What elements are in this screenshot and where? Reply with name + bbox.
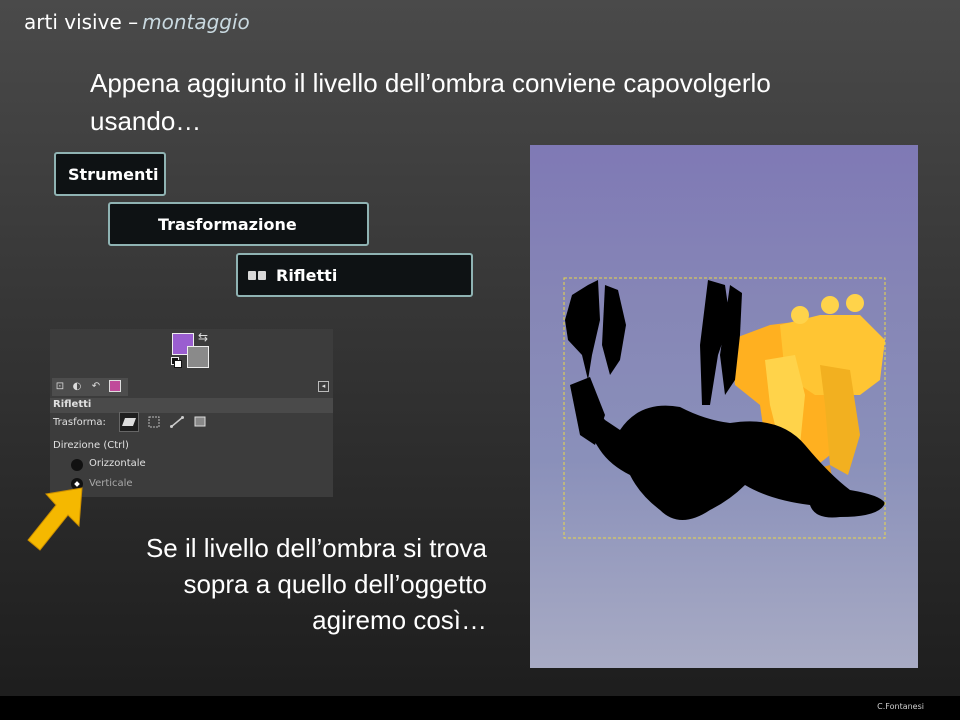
pointer-arrow-icon [27, 487, 83, 551]
device-status-tab-icon[interactable]: ◐ [69, 378, 85, 394]
menu-strumenti[interactable]: Strumenti [54, 152, 166, 196]
header-title: arti visive – [24, 10, 139, 34]
note-text: Se il livello dell’ombra si trova sopra … [145, 533, 487, 635]
panel-tabs: ⊡ ◐ ↶ ◂ [50, 378, 333, 396]
menu-rifletti-label: Rifletti [276, 265, 338, 285]
swap-colors-icon[interactable]: ⇆ [198, 330, 208, 344]
background-color-swatch[interactable] [187, 346, 209, 368]
images-tab-icon[interactable] [107, 378, 123, 394]
tool-title-row: Rifletti [50, 398, 333, 413]
image-icon [194, 416, 206, 427]
header-subtitle: montaggio [142, 10, 250, 34]
reset-colors-icon[interactable] [171, 357, 182, 368]
panel-menu-icon[interactable]: ◂ [318, 381, 329, 392]
tool-name: Rifletti [53, 399, 92, 410]
tool-options-panel: ⇆ ⊡ ◐ ↶ ◂ Rifletti Trasforma: Direzione … [50, 329, 333, 504]
image-canvas[interactable] [530, 145, 918, 668]
selection-icon [148, 416, 160, 428]
transform-image-button[interactable] [190, 412, 210, 432]
flipped-shadow-image [563, 277, 886, 539]
menu-rifletti[interactable]: Rifletti [236, 253, 473, 297]
menu-strumenti-label: Strumenti [68, 164, 159, 184]
transform-label: Trasforma: [53, 417, 106, 428]
intro-text: Appena aggiunto il livello dell’ombra co… [90, 68, 771, 136]
layer-icon [122, 418, 136, 426]
transform-selection-button[interactable] [144, 412, 164, 432]
footer-author: C.Fontanesi [877, 702, 924, 711]
radio-horizontal[interactable] [71, 459, 83, 471]
flip-icon [248, 270, 266, 280]
transform-layer-button[interactable] [119, 412, 139, 432]
direction-label: Direzione (Ctrl) [53, 440, 129, 451]
tool-options-tab-icon[interactable]: ⊡ [52, 378, 68, 394]
slide-header: arti visive – montaggio [24, 10, 250, 34]
menu-trasformazione-label: Trasformazione [158, 214, 297, 234]
radio-horizontal-label: Orizzontale [89, 458, 146, 469]
path-icon [170, 416, 184, 428]
undo-history-tab-icon[interactable]: ↶ [88, 378, 104, 394]
transform-path-button[interactable] [167, 412, 187, 432]
footer-bar: C.Fontanesi [0, 696, 960, 720]
menu-trasformazione[interactable]: Trasformazione [108, 202, 369, 246]
radio-vertical-label: Verticale [89, 478, 133, 489]
